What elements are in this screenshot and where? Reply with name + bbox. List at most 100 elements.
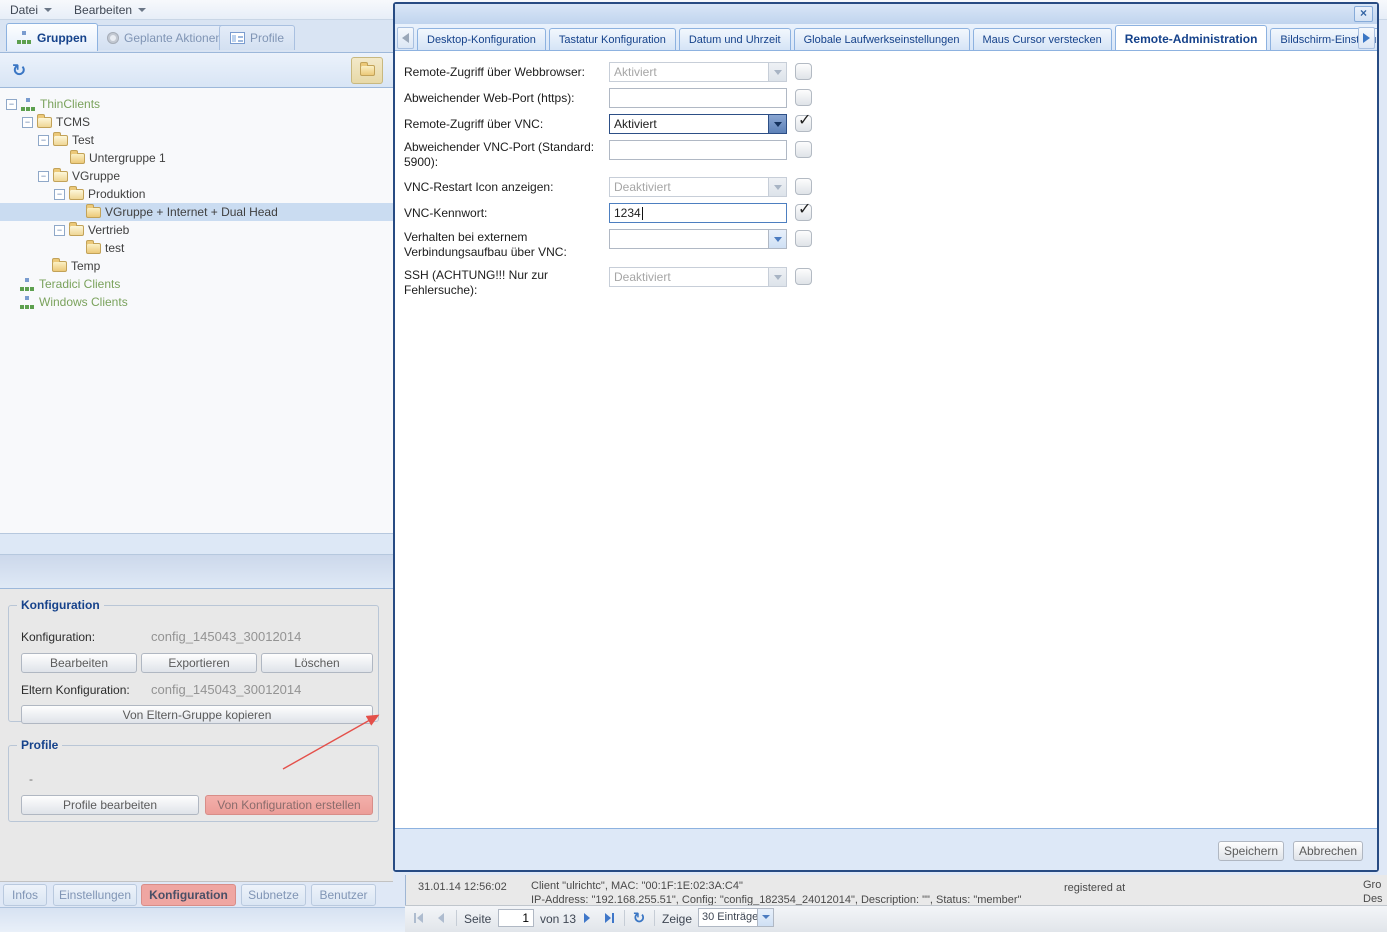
tab-label: Tastatur Konfiguration <box>559 34 666 46</box>
tab-desktop-konfiguration[interactable]: Desktop-Konfiguration <box>417 28 546 50</box>
first-page-icon <box>414 913 416 923</box>
menu-datei[interactable]: Datei <box>10 3 52 17</box>
tab-infos[interactable]: Infos <box>3 884 47 906</box>
tab-scroll-right-button[interactable] <box>1358 27 1375 49</box>
dialog-tab-bar: Desktop-Konfiguration Tastatur Konfigura… <box>395 24 1377 51</box>
bearbeiten-label: Bearbeiten <box>50 656 108 670</box>
von-konfiguration-erstellen-button[interactable]: Von Konfiguration erstellen <box>205 795 373 815</box>
chevron-down-icon[interactable] <box>768 115 786 133</box>
collapse-icon[interactable]: − <box>38 171 49 182</box>
speichern-button[interactable]: Speichern <box>1218 841 1284 861</box>
first-page-button[interactable] <box>409 910 427 926</box>
collapse-icon[interactable]: − <box>54 225 65 236</box>
tree-toolbar: ↻ <box>0 53 393 88</box>
loeschen-button[interactable]: Löschen <box>261 653 373 673</box>
tree-item-vertrieb[interactable]: − Vertrieb <box>0 221 393 239</box>
new-group-button[interactable] <box>351 57 383 84</box>
tab-tastatur-konfiguration[interactable]: Tastatur Konfiguration <box>549 28 676 50</box>
ssh-override-checkbox[interactable] <box>795 268 812 285</box>
tab-benutzer[interactable]: Benutzer <box>311 884 376 906</box>
tree-item-teradici-clients[interactable]: Teradici Clients <box>0 275 393 293</box>
copy-from-parent-button[interactable]: Von Eltern-Gruppe kopieren <box>21 705 373 724</box>
chevron-down-icon[interactable] <box>757 909 773 926</box>
tab-gruppen[interactable]: Gruppen <box>6 23 98 51</box>
chevron-down-icon <box>44 8 52 16</box>
folder-open-icon <box>69 189 84 200</box>
collapse-icon[interactable]: − <box>6 99 17 110</box>
tab-remote-administration[interactable]: Remote-Administration <box>1115 25 1268 51</box>
collapse-icon[interactable]: − <box>22 117 33 128</box>
tab-geplante-aktionen[interactable]: Geplante Aktionen <box>96 25 233 50</box>
tree-item-untergruppe-1[interactable]: Untergruppe 1 <box>0 149 393 167</box>
close-button[interactable]: × <box>1354 6 1373 22</box>
last-page-button[interactable] <box>600 910 618 926</box>
tree-item-thinclients[interactable]: − ThinClients <box>0 95 393 113</box>
refresh-button[interactable]: ↻ <box>6 57 32 83</box>
bearbeiten-button[interactable]: Bearbeiten <box>21 653 137 673</box>
tree-item-vgruppe-internet-dual-head[interactable]: VGruppe + Internet + Dual Head <box>0 203 393 221</box>
chevron-down-icon[interactable] <box>768 63 786 81</box>
vnc-verhalten-override-checkbox[interactable] <box>795 230 812 247</box>
chevron-down-icon[interactable] <box>768 178 786 196</box>
folder-open-icon <box>53 135 68 146</box>
folder-icon <box>360 65 375 76</box>
vnc-restart-icon-select[interactable]: Deaktiviert <box>609 177 787 197</box>
tab-maus-cursor-verstecken[interactable]: Maus Cursor verstecken <box>973 28 1112 50</box>
collapse-icon[interactable]: − <box>54 189 65 200</box>
chevron-down-icon[interactable] <box>768 230 786 248</box>
remote-webbrowser-select[interactable]: Aktiviert <box>609 62 787 82</box>
loeschen-label: Löschen <box>294 656 339 670</box>
collapsed-panel-header[interactable] <box>0 555 393 589</box>
tree-item-produktion[interactable]: − Produktion <box>0 185 393 203</box>
abbrechen-label: Abbrechen <box>1299 844 1357 858</box>
status-cut-text-2: Des <box>1363 893 1383 905</box>
status-client-info: Client "ulrichtc", MAC: "00:1F:1E:02:3A:… <box>531 880 743 892</box>
tab-datum-und-uhrzeit[interactable]: Datum und Uhrzeit <box>679 28 791 50</box>
page-count-label: von 13 <box>540 912 576 926</box>
select-value <box>610 230 768 248</box>
tree-item-windows-clients[interactable]: Windows Clients <box>0 293 393 311</box>
tree-item-test[interactable]: − Test <box>0 131 393 149</box>
org-chart-icon <box>21 98 36 111</box>
ssh-select[interactable]: Deaktiviert <box>609 267 787 287</box>
vnc-port-override-checkbox[interactable] <box>795 141 812 158</box>
tab-geplante-aktionen-label: Geplante Aktionen <box>124 31 222 45</box>
collapse-icon[interactable]: − <box>38 135 49 146</box>
vnc-password-override-checkbox[interactable]: ✓ <box>795 204 812 221</box>
exportieren-button[interactable]: Exportieren <box>141 653 257 673</box>
tree-item-vgruppe[interactable]: − VGruppe <box>0 167 393 185</box>
application-window: Datei Bearbeiten Gruppen Geplante Aktion… <box>0 0 1387 932</box>
tab-label: Datum und Uhrzeit <box>689 34 781 46</box>
panel-splitter[interactable] <box>0 533 393 555</box>
page-size-select[interactable]: 30 Einträge <box>698 908 774 927</box>
abbrechen-button[interactable]: Abbrechen <box>1293 841 1363 861</box>
checkmark-icon: ✓ <box>798 110 811 130</box>
vnc-verhalten-select[interactable] <box>609 229 787 249</box>
tree-item-tcms[interactable]: − TCMS <box>0 113 393 131</box>
next-page-button[interactable] <box>578 910 596 926</box>
tab-label: Maus Cursor verstecken <box>983 34 1102 46</box>
tab-profile[interactable]: Profile <box>219 25 295 50</box>
vnc-port-input[interactable] <box>609 140 787 160</box>
reload-list-button[interactable]: ↻ <box>630 910 648 926</box>
tab-einstellungen[interactable]: Einstellungen <box>53 884 137 906</box>
vnc-password-input[interactable]: 1234 <box>609 203 787 223</box>
remote-vnc-override-checkbox[interactable]: ✓ <box>795 115 812 132</box>
remote-webbrowser-override-checkbox[interactable] <box>795 63 812 80</box>
page-number-input[interactable] <box>498 909 534 927</box>
checkmark-icon: ✓ <box>798 199 811 219</box>
tab-subnetze[interactable]: Subnetze <box>241 884 306 906</box>
tab-globale-laufwerkseinstellungen[interactable]: Globale Laufwerkseinstellungen <box>794 28 970 50</box>
profile-bearbeiten-button[interactable]: Profile bearbeiten <box>21 795 199 815</box>
menu-bearbeiten[interactable]: Bearbeiten <box>74 3 146 17</box>
web-port-override-checkbox[interactable] <box>795 89 812 106</box>
previous-page-button[interactable] <box>432 910 450 926</box>
vnc-restart-override-checkbox[interactable] <box>795 178 812 195</box>
tab-scroll-left-button[interactable] <box>397 27 414 49</box>
chevron-down-icon[interactable] <box>768 268 786 286</box>
remote-vnc-select[interactable]: Aktiviert <box>609 114 787 134</box>
tree-item-temp[interactable]: Temp <box>0 257 393 275</box>
tab-konfiguration[interactable]: Konfiguration <box>141 884 236 906</box>
tree-item-test-leaf[interactable]: test <box>0 239 393 257</box>
web-port-input[interactable] <box>609 88 787 108</box>
